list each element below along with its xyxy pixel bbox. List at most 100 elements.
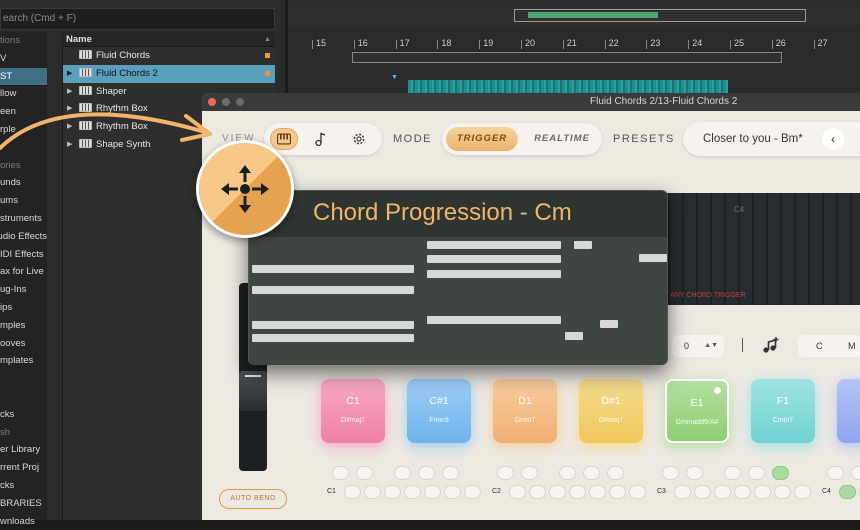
mini-key-white[interactable]	[444, 485, 461, 499]
category-item[interactable]	[0, 370, 47, 388]
chord-pad[interactable]: F1 Cmin7	[751, 379, 815, 443]
category-item[interactable]: ips	[0, 299, 47, 317]
category-item[interactable]: ug-Ins	[0, 281, 47, 299]
mini-key-white[interactable]	[629, 485, 646, 499]
category-label: unds	[0, 177, 21, 189]
name-column-header[interactable]: Name ▲	[63, 32, 275, 47]
category-item[interactable]: struments	[0, 210, 47, 228]
category-item[interactable]: BRARIES	[0, 495, 47, 513]
pad-chord: Cmin7	[772, 417, 794, 424]
category-item[interactable]: tions	[0, 32, 47, 50]
chord-pad[interactable]: D1 Gmin7	[493, 379, 557, 443]
presets-label: PRESETS	[613, 133, 675, 145]
mini-key-black[interactable]	[662, 466, 679, 480]
mini-key-black[interactable]	[418, 466, 435, 480]
trigger-mode-button[interactable]: TRIGGER	[446, 127, 518, 151]
chord-progression-panel[interactable]: Chord Progression - Cm	[248, 190, 668, 365]
mini-key-white[interactable]	[754, 485, 771, 499]
mini-key-white[interactable]	[589, 485, 606, 499]
mini-key-white[interactable]	[839, 485, 856, 499]
mini-key-white[interactable]	[384, 485, 401, 499]
mini-key-white[interactable]	[714, 485, 731, 499]
settings-view-button[interactable]	[348, 128, 370, 150]
mini-key-black[interactable]	[607, 466, 624, 480]
expand-arrow-icon[interactable]: ▶	[67, 65, 72, 83]
category-item[interactable]: ax for Live	[0, 263, 47, 281]
mini-key-black[interactable]	[724, 466, 741, 480]
mini-key-black[interactable]	[559, 466, 576, 480]
mini-key-white[interactable]	[774, 485, 791, 499]
mini-key-white[interactable]	[404, 485, 421, 499]
category-item[interactable]: ories	[0, 157, 47, 175]
mini-key-black[interactable]	[827, 466, 844, 480]
move-badge[interactable]	[196, 140, 294, 238]
category-item[interactable]: mples	[0, 317, 47, 335]
category-item[interactable]: IDI Effects	[0, 246, 47, 264]
category-item[interactable]: wnloads	[0, 513, 47, 530]
beat-ruler[interactable]: 15 16 17 18 19 20 21 22 23 24 25 26 27	[288, 38, 860, 52]
pitch-bend-handle[interactable]	[239, 371, 267, 411]
chord-pad[interactable]: C#1 Fmin9	[407, 379, 471, 443]
auto-bend-button[interactable]: AUTO BEND	[219, 489, 287, 509]
chord-pad[interactable]: C1 D#maj7	[321, 379, 385, 443]
browser-item[interactable]: ▶ Fluid Chords 2	[63, 64, 275, 83]
realtime-mode-button[interactable]: REALTIME	[526, 127, 598, 151]
mini-key-black[interactable]	[332, 466, 349, 480]
piano-view-button[interactable]	[270, 128, 298, 150]
chord-pad[interactable]: F#1 Dm	[837, 379, 860, 443]
notation-view-button[interactable]	[310, 128, 332, 150]
mini-key-white[interactable]	[549, 485, 566, 499]
category-item[interactable]: unds	[0, 174, 47, 192]
mini-key-white[interactable]	[364, 485, 381, 499]
mini-key-black[interactable]	[394, 466, 411, 480]
mini-key-black[interactable]	[772, 466, 789, 480]
mini-key-white[interactable]	[674, 485, 691, 499]
mini-key-black[interactable]	[497, 466, 514, 480]
category-item[interactable]: mplates	[0, 352, 47, 370]
mini-key-white[interactable]	[344, 485, 361, 499]
browser-item[interactable]: Fluid Chords	[63, 47, 275, 65]
mini-key-white[interactable]	[794, 485, 811, 499]
previous-preset-button[interactable]: ‹	[822, 128, 844, 150]
category-item[interactable]: ST	[0, 67, 47, 86]
category-item[interactable]: V	[0, 50, 47, 68]
key-selector[interactable]: C M	[798, 335, 860, 357]
mini-key-white[interactable]	[609, 485, 626, 499]
category-item[interactable]: cks	[0, 477, 47, 495]
mini-key-white[interactable]	[424, 485, 441, 499]
arrangement-overview[interactable]	[288, 8, 860, 25]
mini-key-black[interactable]	[442, 466, 459, 480]
mini-key-white[interactable]	[694, 485, 711, 499]
mini-key-white[interactable]	[529, 485, 546, 499]
mini-key-black[interactable]	[583, 466, 600, 480]
mini-key-white[interactable]	[509, 485, 526, 499]
search-input[interactable]: earch (Cmd + F)	[0, 8, 275, 30]
category-item[interactable]	[0, 388, 47, 406]
playhead-marker-icon[interactable]: ▼	[391, 74, 398, 81]
mini-key-black[interactable]	[521, 466, 538, 480]
chord-pad[interactable]: D#1 G#maj7	[579, 379, 643, 443]
category-item[interactable]: ums	[0, 192, 47, 210]
mini-key-black[interactable]	[851, 466, 860, 480]
category-item[interactable]: ooves	[0, 335, 47, 353]
mini-key-black[interactable]	[686, 466, 703, 480]
stepper-arrows-icon[interactable]: ▲▼	[704, 335, 718, 357]
octave-stepper[interactable]: 0 ▲▼	[672, 335, 724, 357]
mini-key-white[interactable]	[464, 485, 481, 499]
category-item[interactable]: rrent Proj	[0, 459, 47, 477]
mini-key-black[interactable]	[356, 466, 373, 480]
plugin-titlebar[interactable]: Fluid Chords 2/13-Fluid Chords 2	[202, 93, 860, 111]
category-item[interactable]: er Library	[0, 441, 47, 459]
minimize-window-button[interactable]	[222, 98, 230, 106]
loop-brace[interactable]	[352, 52, 782, 63]
chord-pad[interactable]: E1 Gminadd9/A#	[665, 379, 729, 443]
preset-selector[interactable]: Closer to you - Bm* ‹	[683, 122, 860, 156]
category-item[interactable]: sh	[0, 424, 47, 442]
category-item[interactable]: cks	[0, 406, 47, 424]
maximize-window-button[interactable]	[236, 98, 244, 106]
category-item[interactable]: udio Effects	[0, 228, 47, 246]
add-note-icon[interactable]	[762, 336, 780, 354]
mini-key-black[interactable]	[748, 466, 765, 480]
mini-key-white[interactable]	[569, 485, 586, 499]
mini-key-white[interactable]	[734, 485, 751, 499]
